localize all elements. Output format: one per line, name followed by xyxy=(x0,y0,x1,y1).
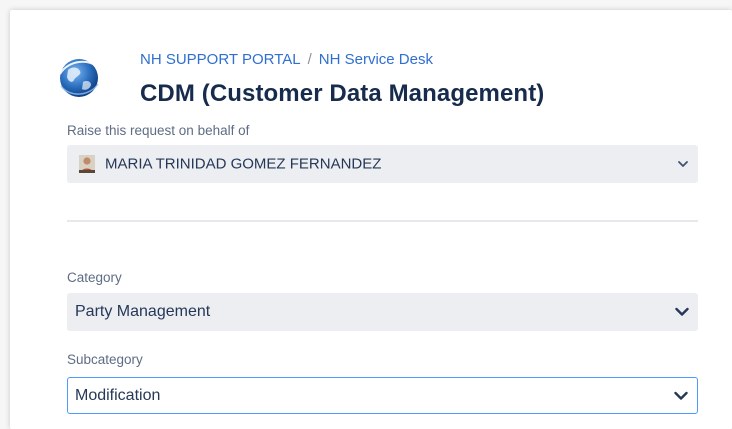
globe-logo-icon xyxy=(59,59,99,97)
breadcrumb-separator: / xyxy=(307,51,312,68)
category-label: Category xyxy=(67,270,122,285)
breadcrumb-portal-link[interactable]: NH SUPPORT PORTAL xyxy=(140,51,301,68)
subcategory-select[interactable]: Modification xyxy=(67,377,698,414)
section-divider xyxy=(67,220,698,222)
subcategory-label: Subcategory xyxy=(67,352,143,367)
behalf-value: MARIA TRINIDAD GOMEZ FERNANDEZ xyxy=(105,155,382,173)
chevron-down-icon xyxy=(675,307,689,316)
chevron-down-icon xyxy=(674,391,688,400)
breadcrumb: NH SUPPORT PORTAL / NH Service Desk xyxy=(140,51,433,68)
chevron-down-icon xyxy=(678,161,688,167)
subcategory-value: Modification xyxy=(75,386,161,404)
page-title: CDM (Customer Data Management) xyxy=(140,80,545,107)
category-select[interactable]: Party Management xyxy=(67,293,698,331)
breadcrumb-service-desk-link[interactable]: NH Service Desk xyxy=(319,51,433,68)
behalf-label: Raise this request on behalf of xyxy=(67,123,250,138)
behalf-select[interactable]: MARIA TRINIDAD GOMEZ FERNANDEZ xyxy=(67,145,698,183)
window-background: NH SUPPORT PORTAL / NH Service Desk CDM (C… xyxy=(0,0,732,429)
category-value: Party Management xyxy=(75,303,211,320)
avatar-icon xyxy=(79,155,95,173)
